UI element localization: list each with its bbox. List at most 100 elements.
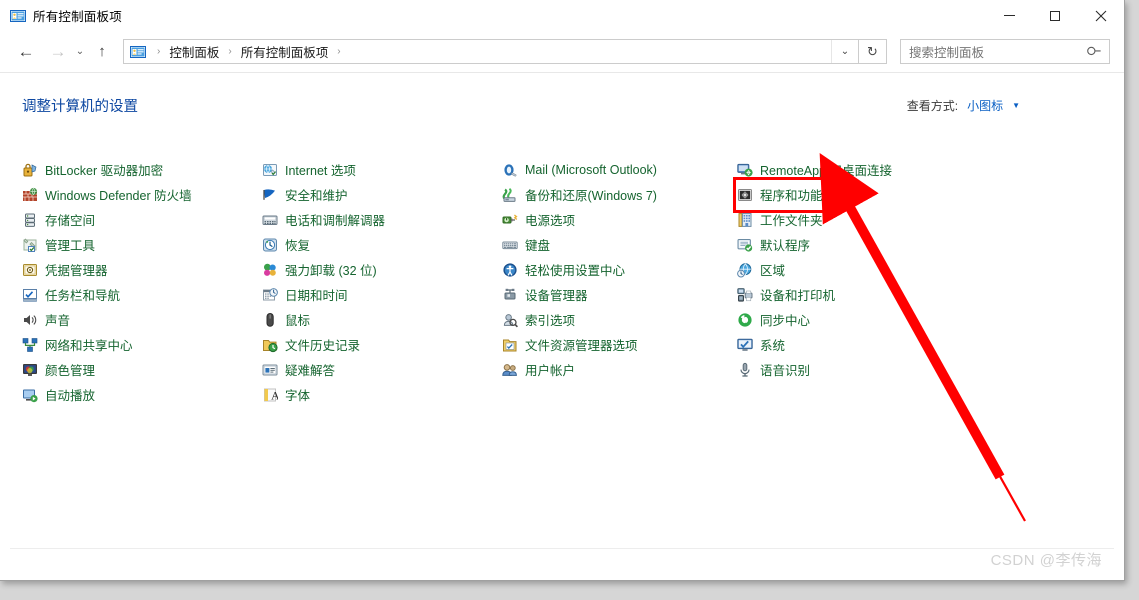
control-panel-item[interactable]: 自动播放 <box>22 382 262 407</box>
close-button[interactable] <box>1078 0 1124 31</box>
control-panel-item-label[interactable]: 日期和时间 <box>285 285 348 304</box>
control-panel-item[interactable]: 系统 <box>737 332 977 357</box>
control-panel-item-label[interactable]: 凭据管理器 <box>45 260 108 279</box>
minimize-button[interactable] <box>986 0 1032 31</box>
control-panel-item-label[interactable]: 键盘 <box>525 235 550 254</box>
refresh-button[interactable]: ↻ <box>859 39 887 64</box>
control-panel-item-label[interactable]: 鼠标 <box>285 310 310 329</box>
control-panel-item-label[interactable]: 字体 <box>285 385 310 404</box>
breadcrumb-separator[interactable]: › <box>222 46 237 57</box>
control-panel-item[interactable]: 鼠标 <box>262 307 502 332</box>
control-panel-item-label[interactable]: 电话和调制解调器 <box>285 210 385 229</box>
control-panel-item-label[interactable]: 默认程序 <box>760 235 810 254</box>
breadcrumb-separator[interactable]: › <box>331 46 346 57</box>
control-panel-item[interactable]: 设备管理器 <box>502 282 737 307</box>
control-panel-item[interactable]: 凭据管理器 <box>22 257 262 282</box>
control-panel-item[interactable]: 索引选项 <box>502 307 737 332</box>
chevron-down-icon[interactable]: ▼ <box>1012 101 1020 110</box>
control-panel-item-label[interactable]: BitLocker 驱动器加密 <box>45 160 163 179</box>
control-panel-item-label[interactable]: 区域 <box>760 260 785 279</box>
control-panel-item-label[interactable]: 用户帐户 <box>525 360 575 379</box>
fonts-icon: A <box>262 387 278 403</box>
control-panel-item-label[interactable]: 网络和共享中心 <box>45 335 133 354</box>
control-panel-item[interactable]: 网络和共享中心 <box>22 332 262 357</box>
control-panel-item[interactable]: 备份和还原(Windows 7) <box>502 182 737 207</box>
maximize-button[interactable] <box>1032 0 1078 31</box>
control-panel-item[interactable]: 同步中心 <box>737 307 977 332</box>
control-panel-item-label[interactable]: 疑难解答 <box>285 360 335 379</box>
control-panel-item[interactable]: 文件历史记录 <box>262 332 502 357</box>
view-by-value[interactable]: 小图标 <box>967 97 1003 114</box>
search-input[interactable]: 搜索控制面板 <box>901 42 984 61</box>
control-panel-item[interactable]: 电话和调制解调器 <box>262 207 502 232</box>
control-panel-item[interactable]: RemoteApp 和桌面连接 <box>737 157 977 182</box>
control-panel-item-label[interactable]: 语音识别 <box>760 360 810 379</box>
control-panel-item-label[interactable]: RemoteApp 和桌面连接 <box>760 160 892 179</box>
control-panel-item-label[interactable]: 设备和打印机 <box>760 285 835 304</box>
control-panel-item-label[interactable]: 强力卸载 (32 位) <box>285 260 377 279</box>
search-icon <box>1084 41 1105 62</box>
control-panel-item[interactable]: 日期和时间 <box>262 282 502 307</box>
control-panel-item[interactable]: 默认程序 <box>737 232 977 257</box>
control-panel-item-label[interactable]: 轻松使用设置中心 <box>525 260 625 279</box>
control-panel-item[interactable]: Windows Defender 防火墙 <box>22 182 262 207</box>
control-panel-item-label[interactable]: 管理工具 <box>45 235 95 254</box>
back-button[interactable]: ← <box>13 39 39 65</box>
control-panel-item-label[interactable]: 颜色管理 <box>45 360 95 379</box>
bitlocker-icon <box>22 162 38 178</box>
control-panel-item[interactable]: 程序和功能 <box>737 182 977 207</box>
control-panel-item[interactable]: 电源选项 <box>502 207 737 232</box>
breadcrumb-control-panel[interactable]: 控制面板 <box>166 42 222 61</box>
address-bar[interactable]: › 控制面板 › 所有控制面板项 › ⌄ <box>123 39 859 64</box>
control-panel-item-label[interactable]: 恢复 <box>285 235 310 254</box>
address-dropdown-button[interactable]: ⌄ <box>831 40 858 63</box>
control-panel-item[interactable]: 恢复 <box>262 232 502 257</box>
control-panel-item-label[interactable]: 文件历史记录 <box>285 335 360 354</box>
control-panel-item[interactable]: 管理工具 <box>22 232 262 257</box>
control-panel-item-label[interactable]: 同步中心 <box>760 310 810 329</box>
control-panel-item-label[interactable]: 工作文件夹 <box>760 210 823 229</box>
control-panel-item[interactable]: BitLocker 驱动器加密 <box>22 157 262 182</box>
recent-locations-button[interactable]: ⌄ <box>71 39 89 65</box>
control-panel-item-label[interactable]: 安全和维护 <box>285 185 348 204</box>
control-panel-item-label[interactable]: Mail (Microsoft Outlook) <box>525 163 657 177</box>
control-panel-item[interactable]: 轻松使用设置中心 <box>502 257 737 282</box>
control-panel-item-label[interactable]: Internet 选项 <box>285 160 356 179</box>
control-panel-item[interactable]: 区域 <box>737 257 977 282</box>
forward-button[interactable]: → <box>45 39 71 65</box>
control-panel-item[interactable]: 用户帐户 <box>502 357 737 382</box>
breadcrumb-separator[interactable]: › <box>151 46 166 57</box>
control-panel-item-label[interactable]: 备份和还原(Windows 7) <box>525 185 657 204</box>
breadcrumb-all-items[interactable]: 所有控制面板项 <box>238 42 332 61</box>
control-panel-item[interactable]: 语音识别 <box>737 357 977 382</box>
control-panel-item-label[interactable]: 声音 <box>45 310 70 329</box>
control-panel-item[interactable]: 颜色管理 <box>22 357 262 382</box>
control-panel-item-label[interactable]: 文件资源管理器选项 <box>525 335 638 354</box>
control-panel-item[interactable]: 存储空间 <box>22 207 262 232</box>
control-panel-item[interactable]: A 字体 <box>262 382 502 407</box>
control-panel-item-label[interactable]: 系统 <box>760 335 785 354</box>
control-panel-item-label[interactable]: Windows Defender 防火墙 <box>45 185 192 204</box>
control-panel-item[interactable]: 工作文件夹 <box>737 207 977 232</box>
control-panel-item-label[interactable]: 存储空间 <box>45 210 95 229</box>
control-panel-item-label[interactable]: 自动播放 <box>45 385 95 404</box>
control-panel-item-label[interactable]: 电源选项 <box>525 210 575 229</box>
control-panel-item[interactable]: 声音 <box>22 307 262 332</box>
control-panel-item[interactable]: 设备和打印机 <box>737 282 977 307</box>
control-panel-item[interactable]: 键盘 <box>502 232 737 257</box>
control-panel-item-label[interactable]: 设备管理器 <box>525 285 588 304</box>
control-panel-item-label[interactable]: 程序和功能 <box>760 185 823 204</box>
control-panel-item[interactable]: 任务栏和导航 <box>22 282 262 307</box>
control-panel-item[interactable]: Internet 选项 <box>262 157 502 182</box>
up-button[interactable]: ↑ <box>89 39 115 65</box>
file-history-icon <box>262 337 278 353</box>
control-panel-item[interactable]: 安全和维护 <box>262 182 502 207</box>
control-panel-item[interactable]: Mail (Microsoft Outlook) <box>502 157 737 182</box>
control-panel-item-label[interactable]: 任务栏和导航 <box>45 285 120 304</box>
control-panel-item[interactable]: 疑难解答 <box>262 357 502 382</box>
control-panel-item[interactable]: 强力卸载 (32 位) <box>262 257 502 282</box>
view-by-control[interactable]: 查看方式: 小图标 ▼ <box>907 97 1020 114</box>
control-panel-item-label[interactable]: 索引选项 <box>525 310 575 329</box>
search-box[interactable]: 搜索控制面板 <box>900 39 1110 64</box>
control-panel-item[interactable]: 文件资源管理器选项 <box>502 332 737 357</box>
